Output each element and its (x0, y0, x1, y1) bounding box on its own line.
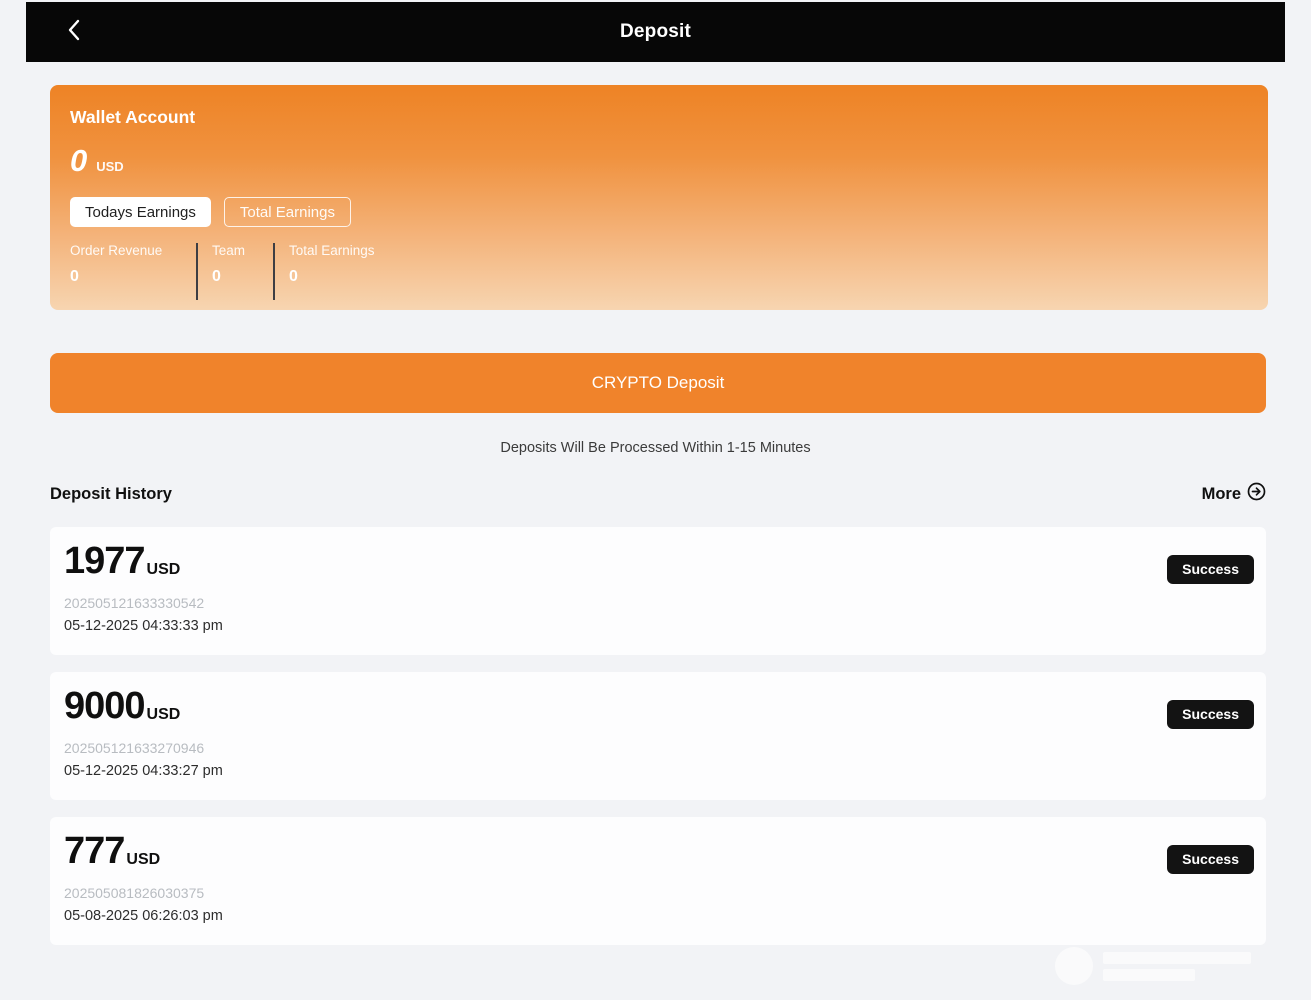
earnings-stats: Order Revenue 0 Team 0 Total Earnings 0 (70, 243, 1248, 300)
deposit-amount: 777 USD (64, 833, 1252, 869)
crypto-deposit-button[interactable]: CRYPTO Deposit (50, 353, 1266, 413)
deposit-amount: 1977 USD (64, 543, 1252, 579)
stat-team: Team 0 (212, 243, 259, 286)
back-chevron-icon (66, 18, 82, 47)
header-bar: Deposit (26, 2, 1285, 62)
status-badge: Success (1167, 700, 1254, 729)
stat-divider (196, 243, 198, 300)
deposit-date: 05-12-2025 04:33:27 pm (64, 763, 1252, 779)
history-title: Deposit History (50, 485, 172, 504)
amount-value: 9000 (64, 688, 145, 724)
watermark-text-lines (1103, 952, 1251, 981)
stat-label: Order Revenue (70, 243, 182, 258)
more-arrow-icon (1247, 482, 1266, 506)
stat-order-revenue: Order Revenue 0 (70, 243, 182, 286)
status-badge: Success (1167, 845, 1254, 874)
page-title: Deposit (26, 21, 1285, 43)
balance-value: 0 (70, 145, 87, 176)
watermark-logo (1055, 947, 1093, 985)
stat-divider (273, 243, 275, 300)
amount-value: 777 (64, 833, 124, 869)
tab-total-earnings[interactable]: Total Earnings (224, 197, 351, 227)
more-label: More (1202, 485, 1241, 504)
deposit-history-row[interactable]: 1977 USD 202505121633330542 05-12-2025 0… (50, 527, 1266, 655)
watermark (1055, 944, 1267, 988)
wallet-account-card: Wallet Account 0 USD Todays Earnings Tot… (50, 85, 1268, 310)
deposit-history-row[interactable]: 777 USD 202505081826030375 05-08-2025 06… (50, 817, 1266, 945)
deposit-page: Deposit Wallet Account 0 USD Todays Earn… (0, 0, 1311, 1000)
balance-currency: USD (96, 159, 123, 174)
deposit-date: 05-08-2025 06:26:03 pm (64, 908, 1252, 924)
wallet-title: Wallet Account (70, 107, 1248, 128)
deposit-history-row[interactable]: 9000 USD 202505121633270946 05-12-2025 0… (50, 672, 1266, 800)
history-header: Deposit History More (50, 482, 1266, 506)
stat-total-earnings: Total Earnings 0 (289, 243, 375, 286)
status-badge: Success (1167, 555, 1254, 584)
stat-label: Total Earnings (289, 243, 375, 258)
deposit-order-id: 202505121633270946 (64, 740, 1252, 756)
stat-value: 0 (70, 268, 182, 286)
stat-value: 0 (212, 268, 259, 286)
processing-notice: Deposits Will Be Processed Within 1-15 M… (0, 440, 1311, 456)
earnings-tabs: Todays Earnings Total Earnings (70, 197, 1248, 227)
deposit-amount: 9000 USD (64, 688, 1252, 724)
amount-value: 1977 (64, 543, 145, 579)
amount-currency: USD (147, 561, 181, 579)
stat-value: 0 (289, 268, 375, 286)
stat-label: Team (212, 243, 259, 258)
more-button[interactable]: More (1202, 482, 1266, 506)
amount-currency: USD (147, 706, 181, 724)
amount-currency: USD (126, 851, 160, 869)
back-button[interactable] (54, 2, 94, 62)
deposit-order-id: 202505081826030375 (64, 885, 1252, 901)
deposit-order-id: 202505121633330542 (64, 595, 1252, 611)
wallet-balance: 0 USD (70, 145, 1248, 176)
tab-todays-earnings[interactable]: Todays Earnings (70, 197, 211, 227)
deposit-date: 05-12-2025 04:33:33 pm (64, 618, 1252, 634)
